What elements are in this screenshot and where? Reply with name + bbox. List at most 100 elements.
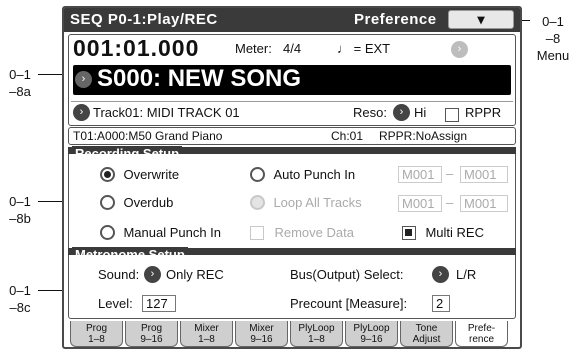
- auto-punch-radio[interactable]: [250, 167, 265, 183]
- punch-range-dash: –: [446, 166, 454, 181]
- page-menu-button[interactable]: ▾: [448, 10, 514, 29]
- manual-punch-label: Manual Punch In: [123, 225, 222, 240]
- track-row: › Track01: MIDI TRACK 01 Reso: › Hi RPPR: [71, 101, 513, 124]
- track-popup-button[interactable]: ›: [73, 104, 90, 121]
- meter-label: Meter:: [235, 41, 272, 56]
- tab-mixer-9-16[interactable]: Mixer 9–16: [235, 321, 288, 347]
- overwrite-radio[interactable]: [100, 167, 115, 183]
- sound-label: Sound:: [98, 267, 140, 282]
- song-popup-button[interactable]: ›: [75, 71, 92, 88]
- bus-select-popup-button[interactable]: ›: [432, 266, 449, 283]
- tab-sublabel: 1–8: [88, 334, 105, 345]
- rppr-checkbox[interactable]: [445, 107, 459, 122]
- remove-data-option[interactable]: Remove Data: [250, 224, 354, 242]
- song-name: S000: NEW SONG: [97, 65, 302, 92]
- meter-value[interactable]: 4/4: [283, 41, 301, 56]
- manual-punch-radio[interactable]: [100, 225, 115, 241]
- bus-select-value[interactable]: L/R: [456, 267, 476, 282]
- callout-8c-line1: 0–1: [9, 283, 31, 298]
- callout-8b-line1: 0–1: [9, 194, 31, 209]
- callout-menu-line1: 0–1: [542, 14, 564, 29]
- reso-value[interactable]: Hi: [414, 105, 426, 120]
- overwrite-label: Overwrite: [123, 167, 180, 182]
- tempo-popup-button[interactable]: ›: [451, 41, 468, 58]
- callout-8b-line2: –8b: [9, 211, 31, 226]
- precount-label: Precount [Measure]:: [290, 296, 408, 311]
- track-program: T01:A000:M50 Grand Piano: [73, 129, 223, 143]
- callout-menu-line3: Menu: [536, 48, 570, 63]
- punch-in-start-field[interactable]: M001: [398, 166, 442, 183]
- loop-all-label: Loop All Tracks: [273, 195, 362, 210]
- callout-8a-line1: 0–1: [9, 67, 31, 82]
- callout-8b: 0–1 –8b: [0, 193, 40, 227]
- tempo-value[interactable]: ♩ = EXT: [337, 41, 390, 56]
- callout-menu: 0–1 –8 Menu: [528, 13, 578, 64]
- tab-plyloop-9-16[interactable]: PlyLoop 9–16: [345, 321, 398, 347]
- tab-prog-9-16[interactable]: Prog 9–16: [125, 321, 178, 347]
- multi-rec-checkbox[interactable]: [402, 225, 416, 240]
- tab-tone-adjust[interactable]: Tone Adjust: [400, 321, 453, 347]
- track-info-bar: T01:A000:M50 Grand Piano Ch:01 RPPR:NoAs…: [68, 127, 516, 145]
- track-rppr-assign: RPPR:NoAssign: [379, 129, 468, 143]
- reso-popup-button[interactable]: ›: [393, 104, 410, 121]
- tab-label: Prog: [140, 323, 163, 334]
- callout-8b-leader: [38, 201, 64, 202]
- tab-label: PlyLoop: [298, 323, 335, 334]
- tab-prog-1-8[interactable]: Prog 1–8: [70, 321, 123, 347]
- tab-sublabel: 9–16: [360, 334, 383, 345]
- track-channel: Ch:01: [331, 129, 364, 143]
- overdub-option[interactable]: Overdub: [100, 194, 173, 212]
- song-panel: 001:01.000 Meter: 4/4 ♩ = EXT › › S000: …: [68, 34, 516, 126]
- chevron-down-icon: ▾: [477, 11, 485, 27]
- tab-label: Tone: [415, 323, 438, 334]
- remove-data-checkbox[interactable]: [250, 225, 264, 240]
- tab-mixer-1-8[interactable]: Mixer 1–8: [180, 321, 233, 347]
- level-field[interactable]: 127: [142, 295, 176, 312]
- punch-in-end-field[interactable]: M001: [460, 166, 508, 183]
- sound-value[interactable]: Only REC: [166, 267, 224, 282]
- page-name: Preference: [354, 11, 437, 28]
- callout-8c-line2: –8c: [9, 300, 31, 315]
- rppr-label: RPPR: [465, 105, 502, 120]
- overwrite-option[interactable]: Overwrite: [100, 166, 179, 184]
- level-label: Level:: [98, 296, 133, 311]
- song-select-bar[interactable]: › S000: NEW SONG: [73, 65, 511, 95]
- page-tabs: Prog 1–8 Prog 9–16 Mixer 1–8 Mixer 9–16 PlyL…: [64, 321, 520, 347]
- callout-menu-line2: –8: [545, 31, 561, 46]
- lcd-screen: SEQ P0-1:Play/REC Preference ▾ 001:01.00…: [62, 6, 522, 349]
- auto-punch-option[interactable]: Auto Punch In: [250, 166, 355, 184]
- loop-all-option[interactable]: Loop All Tracks: [250, 194, 362, 212]
- callout-8c: 0–1 –8c: [0, 282, 40, 316]
- tab-sublabel: 9–16: [250, 334, 273, 345]
- tab-label: Prog: [85, 323, 108, 334]
- tab-preference[interactable]: Prefe-rence: [455, 321, 508, 347]
- callout-8a: 0–1 –8a: [0, 66, 40, 100]
- tab-sublabel: 1–8: [198, 334, 215, 345]
- precount-field[interactable]: 2: [432, 295, 450, 312]
- overdub-label: Overdub: [123, 195, 174, 210]
- multi-rec-option[interactable]: Multi REC: [402, 224, 484, 242]
- loop-start-field[interactable]: M001: [398, 195, 442, 212]
- tab-plyloop-1-8[interactable]: PlyLoop 1–8: [290, 321, 343, 347]
- tab-sublabel: Adjust: [412, 334, 441, 345]
- tab-sublabel: 1–8: [308, 334, 325, 345]
- tab-sublabel: rence: [468, 334, 494, 345]
- loop-range-dash: –: [446, 195, 454, 210]
- track-name[interactable]: Track01: MIDI TRACK 01: [93, 105, 240, 120]
- loop-all-radio[interactable]: [250, 195, 265, 211]
- tab-label: Mixer: [249, 323, 274, 334]
- locate-position[interactable]: 001:01.000: [73, 35, 199, 62]
- overdub-radio[interactable]: [100, 195, 115, 211]
- manual-punch-option[interactable]: Manual Punch In: [100, 224, 221, 242]
- title-bar: SEQ P0-1:Play/REC Preference ▾: [64, 8, 520, 32]
- sound-popup-button[interactable]: ›: [144, 266, 161, 283]
- callout-8a-line2: –8a: [9, 84, 31, 99]
- loop-end-field[interactable]: M001: [460, 195, 508, 212]
- multi-rec-label: Multi REC: [425, 225, 484, 240]
- remove-data-label: Remove Data: [274, 225, 354, 240]
- callout-8c-leader: [38, 290, 64, 291]
- reso-label: Reso:: [353, 105, 387, 120]
- bus-select-label: Bus(Output) Select:: [290, 267, 404, 282]
- tab-label: PlyLoop: [353, 323, 390, 334]
- tab-label: Prefe-: [467, 323, 496, 334]
